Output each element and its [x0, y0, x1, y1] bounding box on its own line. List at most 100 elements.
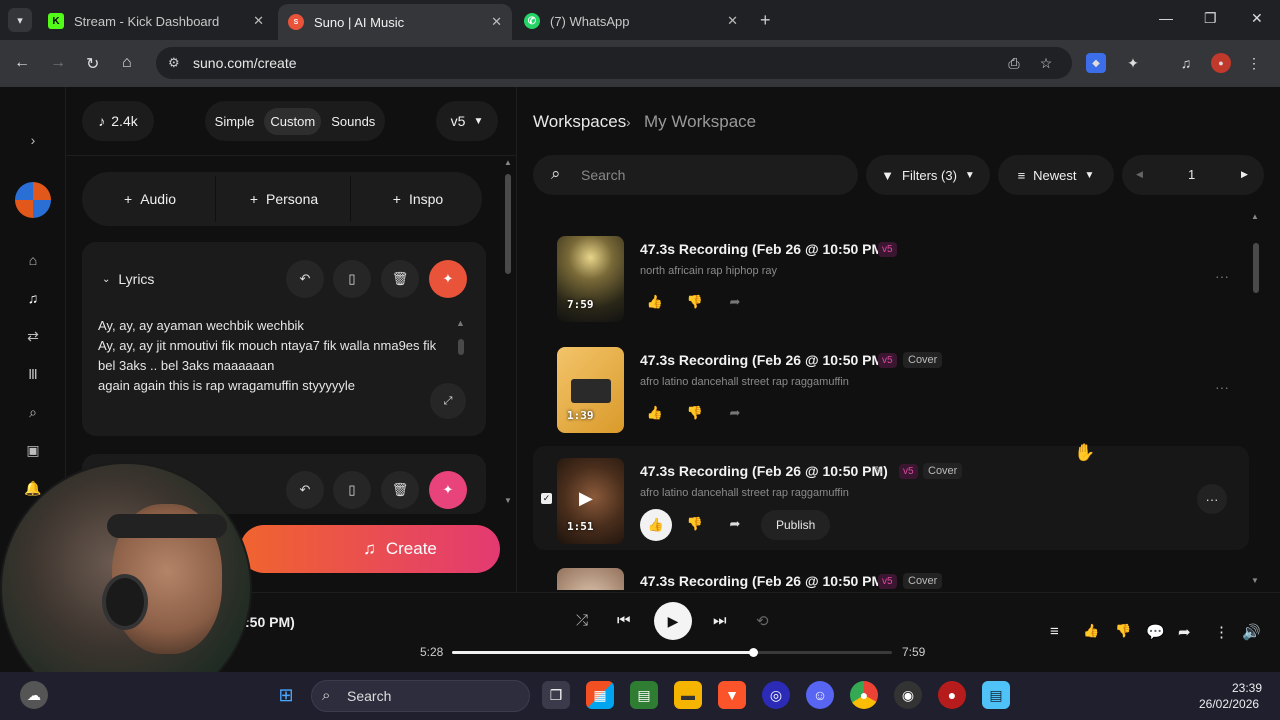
scroll-down-icon[interactable]: ▼: [504, 496, 512, 505]
more-options-icon[interactable]: ⋮: [1214, 623, 1229, 641]
song-title[interactable]: 47.3s Recording (Feb 26 @ 10:50 PM): [640, 241, 888, 257]
obs-icon[interactable]: ◉: [894, 681, 922, 709]
media-controls-icon[interactable]: ♫: [1176, 53, 1196, 73]
model-select[interactable]: v5 ▼: [436, 101, 498, 141]
song-row[interactable]: 7:59 47.3s Recording (Feb 26 @ 10:50 PM)…: [533, 224, 1249, 328]
minimize-button[interactable]: —: [1159, 10, 1173, 26]
breadcrumb-current[interactable]: My Workspace: [644, 112, 756, 132]
song-title[interactable]: 47.3s Recording (Feb 26 @ 10:50 PM): [640, 573, 888, 589]
task-view-icon[interactable]: ❐: [542, 681, 570, 709]
share-icon[interactable]: ➦: [720, 509, 750, 539]
add-inspo-button[interactable]: + Inspo: [356, 176, 480, 222]
create-music-icon[interactable]: ♫: [23, 288, 43, 308]
breadcrumb-root[interactable]: Workspaces: [533, 112, 626, 132]
tab-kick[interactable]: K Stream - Kick Dashboard ✕: [38, 6, 274, 36]
studio-icon[interactable]: ⇄: [23, 326, 43, 346]
close-icon[interactable]: ✕: [727, 13, 738, 29]
app-icon[interactable]: ◎: [762, 681, 790, 709]
more-options-icon[interactable]: ···: [1197, 484, 1227, 514]
lyrics-line[interactable]: Ay, ay, ay jit nmoutivi fik mouch ntaya7…: [98, 338, 436, 353]
thumbs-down-icon[interactable]: 👎: [680, 287, 710, 317]
install-app-icon[interactable]: ⎙: [1004, 53, 1024, 73]
mode-simple[interactable]: Simple: [209, 108, 261, 135]
shuffle-icon[interactable]: ⤮: [576, 612, 588, 629]
thumbs-up-icon[interactable]: 👍: [1083, 623, 1099, 639]
close-icon[interactable]: ✕: [253, 13, 264, 29]
home-icon[interactable]: ⌂: [23, 250, 43, 270]
song-cover[interactable]: [557, 568, 624, 590]
sort-button[interactable]: ≡ Newest ▼: [998, 155, 1114, 195]
previous-track-icon[interactable]: ⏮: [617, 612, 631, 629]
create-button[interactable]: ♫ Create: [240, 525, 500, 573]
undo-icon[interactable]: ↶: [286, 471, 324, 509]
add-persona-button[interactable]: + Persona: [222, 176, 346, 222]
repeat-icon[interactable]: ⟲: [756, 612, 769, 630]
publish-button[interactable]: Publish: [761, 510, 831, 540]
close-window-button[interactable]: ✕: [1251, 10, 1263, 27]
back-icon[interactable]: ←: [14, 54, 30, 72]
share-icon[interactable]: ➦: [1178, 623, 1191, 641]
site-info-icon[interactable]: ⚙: [168, 55, 180, 71]
library-icon[interactable]: Ⅲ: [23, 364, 43, 384]
volume-icon[interactable]: 🔊: [1242, 623, 1261, 641]
app-icon[interactable]: ●: [938, 681, 966, 709]
thumbs-down-icon[interactable]: 👎: [680, 398, 710, 428]
hooks-icon[interactable]: ▣: [23, 440, 43, 460]
search-icon[interactable]: ⌕: [23, 402, 43, 422]
more-options-icon[interactable]: ···: [1215, 379, 1229, 395]
song-title[interactable]: 47.3s Recording (Feb 26 @ 10:50 PM): [640, 463, 888, 479]
song-row[interactable]: 47.3s Recording (Feb 26 @ 10:50 PM) v5 C…: [533, 560, 1249, 590]
thumbs-down-icon[interactable]: 👎: [680, 509, 710, 539]
user-avatar[interactable]: [15, 182, 51, 218]
mode-sounds[interactable]: Sounds: [325, 108, 381, 135]
ms-store-icon[interactable]: ▤: [630, 681, 658, 709]
lyrics-scrollbar[interactable]: [458, 339, 464, 355]
scroll-up-icon[interactable]: ▲: [1251, 212, 1259, 221]
extension-shield-icon[interactable]: ◆: [1086, 53, 1106, 73]
tab-suno[interactable]: S Suno | AI Music ✕: [278, 4, 512, 40]
forward-icon[interactable]: →: [50, 54, 66, 72]
reload-icon[interactable]: ↻: [86, 54, 99, 74]
page-number[interactable]: 1: [1188, 167, 1195, 182]
scroll-down-icon[interactable]: ▼: [1251, 576, 1259, 585]
extensions-icon[interactable]: ✦: [1123, 53, 1143, 73]
song-row[interactable]: ✓ ▶ 1:51 47.3s Recording (Feb 26 @ 10:50…: [533, 446, 1249, 550]
song-title[interactable]: 47.3s Recording (Feb 26 @ 10:50 PM): [640, 352, 888, 368]
progress-bar[interactable]: [452, 648, 892, 657]
lyrics-scroll-up-icon[interactable]: ▲: [456, 318, 465, 328]
thumbs-up-icon[interactable]: 👍: [640, 287, 670, 317]
next-page-icon[interactable]: ▶: [1241, 169, 1248, 180]
restore-button[interactable]: ❐: [1204, 10, 1217, 27]
share-icon[interactable]: ➦: [720, 287, 750, 317]
queue-icon[interactable]: ≡: [1050, 623, 1059, 640]
left-panel-scrollbar[interactable]: [505, 174, 511, 274]
filters-button[interactable]: ▼ Filters (3) ▼: [866, 155, 990, 195]
thumbs-down-icon[interactable]: 👎: [1115, 623, 1131, 639]
menu-kebab-icon[interactable]: ⋮: [1244, 53, 1264, 73]
widgets-icon[interactable]: ☁: [20, 681, 48, 709]
song-row[interactable]: 1:39 47.3s Recording (Feb 26 @ 10:50 PM)…: [533, 335, 1249, 439]
lyrics-line[interactable]: bel 3aks .. bel 3aks maaaaaan: [98, 358, 274, 373]
home-icon[interactable]: ⌂: [122, 54, 132, 72]
expand-chevron-icon[interactable]: ›: [23, 130, 43, 150]
lyrics-line[interactable]: again again this is rap wragamuffin styy…: [98, 378, 355, 393]
play-button[interactable]: ▶: [654, 602, 692, 640]
delete-icon[interactable]: 🗑: [381, 471, 419, 509]
select-checkbox[interactable]: ✓: [541, 493, 552, 504]
magic-wand-icon[interactable]: ✦: [429, 471, 467, 509]
profile-avatar[interactable]: ●: [1211, 53, 1231, 73]
taskbar-search[interactable]: [311, 680, 530, 712]
play-icon[interactable]: ▶: [579, 488, 593, 509]
credits-pill[interactable]: ♪ 2.4k: [82, 101, 154, 141]
bookmark-icon[interactable]: ▯: [333, 471, 371, 509]
notepad-icon[interactable]: ▤: [982, 681, 1010, 709]
tab-search-dropdown[interactable]: ▾: [8, 8, 32, 32]
comment-icon[interactable]: 💬: [1146, 623, 1165, 641]
bookmark-icon[interactable]: ▯: [333, 260, 371, 298]
tab-whatsapp[interactable]: ✆ (7) WhatsApp ✕: [514, 6, 748, 36]
chrome-icon[interactable]: ●: [850, 681, 878, 709]
lyrics-line[interactable]: Ay, ay, ay ayaman wechbik wechbik: [98, 318, 304, 333]
prev-page-icon[interactable]: ◀: [1136, 169, 1143, 180]
store-icon[interactable]: ▦: [586, 681, 614, 709]
new-tab-button[interactable]: +: [760, 10, 771, 31]
